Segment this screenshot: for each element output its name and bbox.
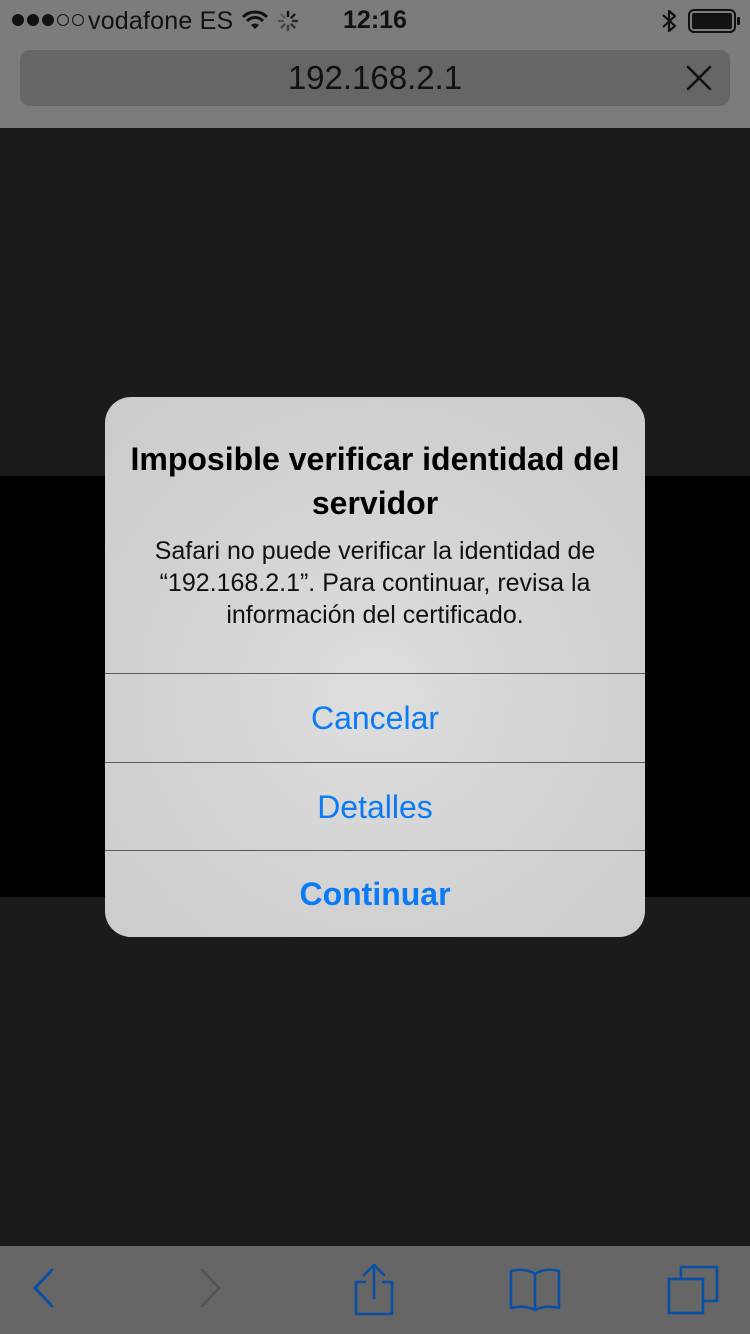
- status-bar: vodafone ES 12:16: [0, 0, 750, 40]
- bluetooth-icon: [660, 8, 678, 41]
- url-text[interactable]: 192.168.2.1: [20, 59, 730, 97]
- browser-top-chrome: vodafone ES 12:16 192.168.2.1: [0, 0, 750, 128]
- close-icon[interactable]: [685, 64, 713, 97]
- address-bar[interactable]: 192.168.2.1: [20, 50, 730, 106]
- alert-message: Safari no puede verificar la identidad d…: [154, 537, 596, 629]
- browser-toolbar: [0, 1246, 750, 1334]
- certificate-alert-dialog: Imposible verificar identidad del servid…: [105, 397, 645, 937]
- status-time: 12:16: [343, 6, 407, 34]
- share-icon[interactable]: [352, 1262, 396, 1321]
- bookmarks-icon[interactable]: [508, 1266, 562, 1317]
- battery-icon: [688, 9, 742, 40]
- cancel-button[interactable]: Cancelar: [105, 674, 645, 762]
- details-button[interactable]: Detalles: [105, 763, 645, 851]
- back-icon[interactable]: [30, 1266, 56, 1315]
- forward-icon[interactable]: [198, 1266, 224, 1315]
- continue-button[interactable]: Continuar: [105, 850, 645, 937]
- alert-title: Imposible verificar identidad del servid…: [130, 441, 620, 521]
- tabs-icon[interactable]: [666, 1264, 720, 1321]
